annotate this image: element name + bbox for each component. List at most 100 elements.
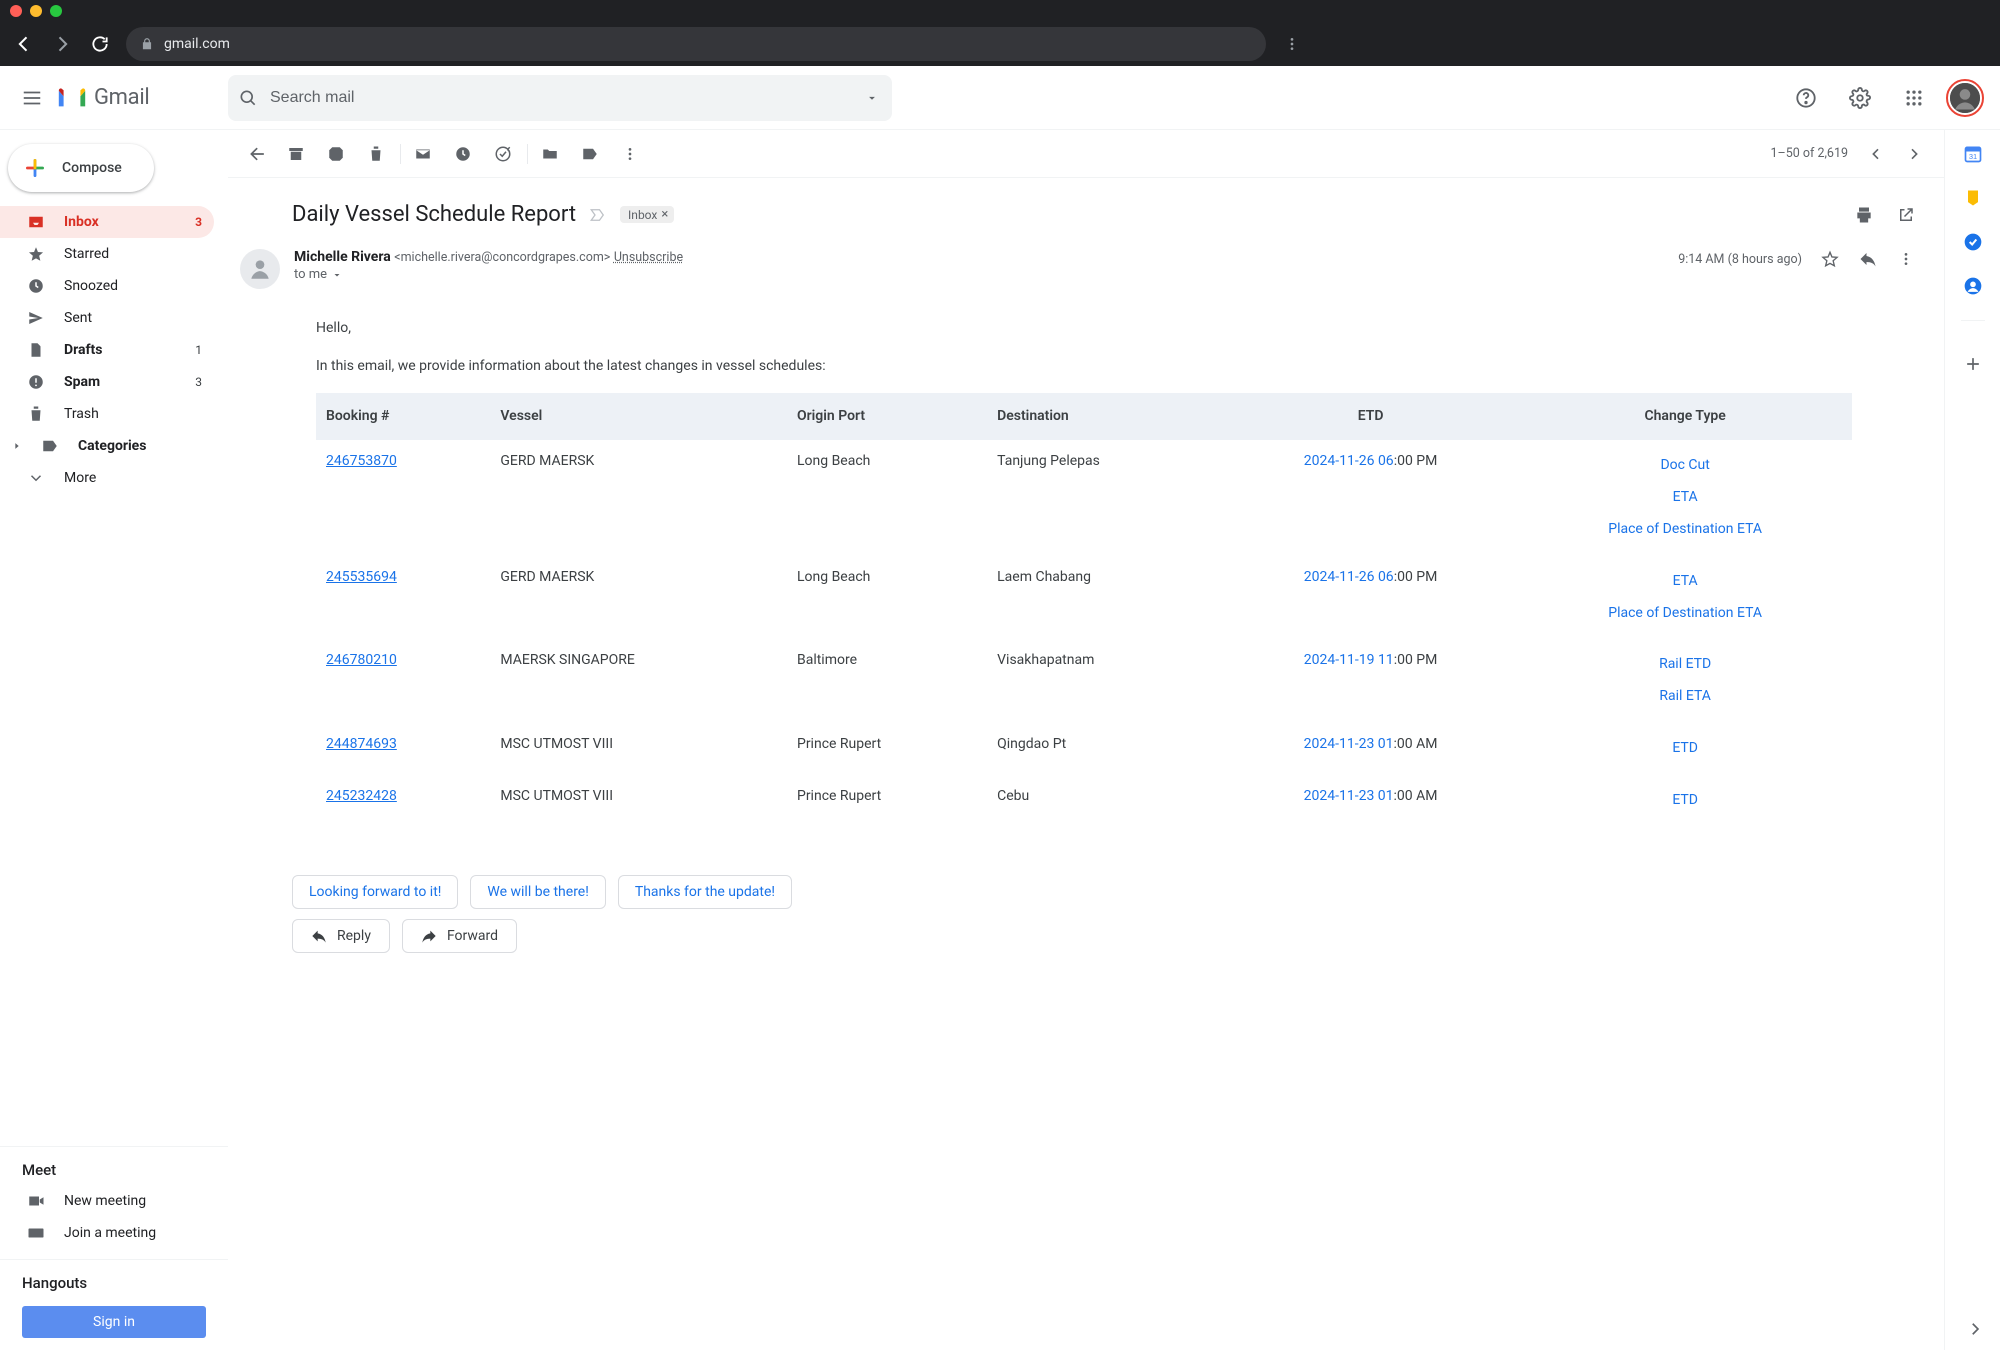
change-link[interactable]: ETD bbox=[1528, 733, 1842, 765]
pager-text: 1–50 of 2,619 bbox=[1770, 146, 1848, 161]
gmail-logo[interactable]: Gmail bbox=[56, 85, 228, 110]
etd-link[interactable]: 2024-11-19 11 bbox=[1304, 652, 1394, 668]
star-message-button[interactable] bbox=[1820, 249, 1840, 269]
show-details-button[interactable] bbox=[331, 269, 343, 281]
window-minimize-button[interactable] bbox=[30, 5, 42, 17]
nav-item-more[interactable]: More bbox=[0, 462, 214, 494]
tasks-addon-button[interactable] bbox=[1963, 232, 1983, 252]
nav-item-inbox[interactable]: Inbox3 bbox=[0, 206, 214, 238]
back-to-list-button[interactable] bbox=[248, 144, 268, 164]
move-to-button[interactable] bbox=[540, 144, 560, 164]
booking-link[interactable]: 244874693 bbox=[326, 736, 397, 752]
newer-button[interactable] bbox=[1866, 144, 1886, 164]
etd-link[interactable]: 2024-11-26 06 bbox=[1304, 569, 1394, 585]
nav-item-trash[interactable]: Trash bbox=[0, 398, 214, 430]
search-icon[interactable] bbox=[238, 88, 258, 108]
print-button[interactable] bbox=[1854, 205, 1874, 225]
change-link[interactable]: ETD bbox=[1528, 785, 1842, 817]
nav-item-drafts[interactable]: Drafts1 bbox=[0, 334, 214, 366]
label-chip-inbox[interactable]: Inbox × bbox=[620, 206, 674, 223]
contacts-addon-button[interactable] bbox=[1963, 276, 1983, 296]
search-options-button[interactable] bbox=[862, 88, 882, 108]
window-maximize-button[interactable] bbox=[50, 5, 62, 17]
archive-button[interactable] bbox=[286, 144, 306, 164]
booking-link[interactable]: 246753870 bbox=[326, 453, 397, 469]
change-link[interactable]: ETA bbox=[1528, 482, 1842, 514]
account-avatar[interactable] bbox=[1948, 81, 1982, 115]
nav-item-categories[interactable]: Categories bbox=[0, 430, 214, 462]
help-button[interactable] bbox=[1786, 78, 1826, 118]
hide-side-panel-button[interactable] bbox=[1966, 1320, 1984, 1338]
new-meeting-button[interactable]: New meeting bbox=[0, 1185, 228, 1217]
window-close-button[interactable] bbox=[10, 5, 22, 17]
change-link[interactable]: Rail ETA bbox=[1528, 681, 1842, 713]
hangouts-header: Hangouts bbox=[0, 1268, 228, 1298]
clock-icon bbox=[26, 276, 46, 296]
forward-button[interactable]: Forward bbox=[402, 919, 517, 953]
labels-button[interactable] bbox=[580, 144, 600, 164]
booking-link[interactable]: 246780210 bbox=[326, 652, 397, 668]
message-toolbar: 1–50 of 2,619 bbox=[228, 130, 1944, 178]
etd-link[interactable]: 2024-11-23 01 bbox=[1304, 736, 1394, 752]
browser-back-button[interactable] bbox=[12, 32, 36, 56]
table-row: 245232428MSC UTMOST VIIIPrince RupertCeb… bbox=[316, 775, 1852, 827]
add-to-tasks-button[interactable] bbox=[493, 144, 513, 164]
browser-forward-button[interactable] bbox=[50, 32, 74, 56]
keyboard-icon bbox=[26, 1223, 46, 1243]
smart-reply-button[interactable]: Thanks for the update! bbox=[618, 875, 792, 909]
change-link[interactable]: Place of Destination ETA bbox=[1528, 598, 1842, 630]
booking-link[interactable]: 245535694 bbox=[326, 569, 397, 585]
nav-item-starred[interactable]: Starred bbox=[0, 238, 214, 270]
smart-reply-button[interactable]: Looking forward to it! bbox=[292, 875, 458, 909]
report-spam-button[interactable] bbox=[326, 144, 346, 164]
importance-marker[interactable] bbox=[588, 205, 608, 225]
star-icon bbox=[26, 244, 46, 264]
mark-unread-button[interactable] bbox=[413, 144, 433, 164]
calendar-addon-button[interactable]: 31 bbox=[1963, 144, 1983, 164]
open-new-window-button[interactable] bbox=[1896, 205, 1916, 225]
main-menu-button[interactable] bbox=[8, 87, 56, 109]
booking-link[interactable]: 245232428 bbox=[326, 788, 397, 804]
older-button[interactable] bbox=[1904, 144, 1924, 164]
browser-url-text: gmail.com bbox=[164, 36, 230, 52]
reply-button[interactable]: Reply bbox=[292, 919, 390, 953]
message-more-button[interactable] bbox=[1896, 249, 1916, 269]
unsubscribe-link[interactable]: Unsubscribe bbox=[614, 250, 683, 265]
delete-button[interactable] bbox=[366, 144, 386, 164]
file-icon bbox=[26, 340, 46, 360]
browser-address-bar[interactable]: gmail.com bbox=[126, 27, 1266, 61]
browser-chrome: gmail.com bbox=[0, 0, 2000, 66]
change-link[interactable]: Doc Cut bbox=[1528, 450, 1842, 482]
browser-menu-button[interactable] bbox=[1280, 32, 1304, 56]
plus-icon bbox=[22, 155, 48, 181]
join-meeting-button[interactable]: Join a meeting bbox=[0, 1217, 228, 1249]
settings-button[interactable] bbox=[1840, 78, 1880, 118]
browser-reload-button[interactable] bbox=[88, 32, 112, 56]
lock-icon bbox=[140, 37, 154, 51]
change-link[interactable]: Rail ETD bbox=[1528, 649, 1842, 681]
change-link[interactable]: ETA bbox=[1528, 566, 1842, 598]
keep-addon-button[interactable] bbox=[1963, 188, 1983, 208]
snooze-button[interactable] bbox=[453, 144, 473, 164]
inbox-icon bbox=[26, 212, 46, 232]
change-link[interactable]: Place of Destination ETA bbox=[1528, 514, 1842, 546]
nav-item-sent[interactable]: Sent bbox=[0, 302, 214, 334]
compose-button[interactable]: Compose bbox=[8, 144, 154, 192]
nav-item-spam[interactable]: Spam3 bbox=[0, 366, 214, 398]
apps-button[interactable] bbox=[1894, 78, 1934, 118]
hangouts-sign-in-button[interactable]: Sign in bbox=[22, 1306, 206, 1338]
get-addons-button[interactable] bbox=[1963, 354, 1983, 374]
etd-link[interactable]: 2024-11-26 06 bbox=[1304, 453, 1394, 469]
compose-label: Compose bbox=[62, 160, 122, 176]
remove-label-x-icon[interactable]: × bbox=[661, 207, 668, 222]
smart-reply-button[interactable]: We will be there! bbox=[470, 875, 605, 909]
reply-icon-button[interactable] bbox=[1858, 249, 1878, 269]
etd-link[interactable]: 2024-11-23 01 bbox=[1304, 788, 1394, 804]
chevron-icon bbox=[26, 468, 46, 488]
label-icon bbox=[40, 436, 60, 456]
nav-item-snoozed[interactable]: Snoozed bbox=[0, 270, 214, 302]
sender-avatar[interactable] bbox=[240, 249, 280, 289]
gmail-header: Gmail bbox=[0, 66, 2000, 130]
more-toolbar-button[interactable] bbox=[620, 144, 640, 164]
search-input[interactable] bbox=[268, 88, 852, 108]
